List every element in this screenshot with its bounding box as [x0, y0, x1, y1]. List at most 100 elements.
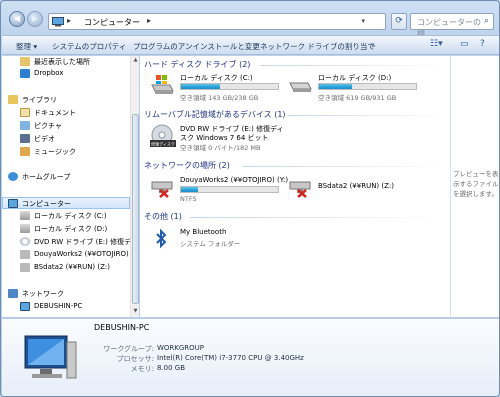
- group-header-removable[interactable]: リムーバブル記憶域があるデバイス (1): [144, 109, 286, 120]
- network-drive-icon: [20, 250, 30, 259]
- nav-item-label: 最近表示した場所: [34, 58, 90, 66]
- local-disk-icon: [20, 211, 30, 220]
- memory-value: 8.00 GB: [157, 364, 186, 372]
- drive-tile-network-z[interactable]: BSdata2 (¥¥RUN) (Z:): [288, 176, 438, 202]
- drive-filesystem: NTFS: [180, 195, 197, 203]
- nav-item-network[interactable]: ネットワーク: [2, 288, 130, 300]
- libraries-icon: [8, 95, 18, 104]
- forward-button[interactable]: ▶: [27, 11, 43, 27]
- bluetooth-tile[interactable]: My Bluetooth システム フォルダー: [150, 228, 290, 254]
- nav-item-label: DouyaWorks2 (¥¥OTOJIRO) (Y:: [34, 250, 131, 258]
- usage-bar: [318, 83, 417, 90]
- drive-name: DouyaWorks2 (¥¥OTOJIRO) (Y:): [180, 176, 289, 184]
- nav-item-label: ピクチャ: [34, 122, 62, 130]
- drive-free-space: 空き領域 0 バイト/182 MB: [180, 144, 261, 152]
- drive-name: ローカル ディスク (C:): [180, 74, 253, 82]
- nav-item-label: ネットワーク: [22, 290, 64, 298]
- nav-item-local-disk-c[interactable]: ローカル ディスク (C:): [2, 210, 130, 222]
- preview-pane: プレビューを表示するファイルを選択します。: [450, 56, 499, 317]
- preview-message: プレビューを表示するファイルを選択します。: [453, 170, 499, 198]
- nav-item-label: ライブラリ: [22, 96, 57, 104]
- usage-bar: [180, 83, 279, 90]
- content-pane: ハード ディスク ドライブ (2) ローカル ディスク (C:) 空き領域 14…: [140, 56, 450, 317]
- address-dropdown-icon[interactable]: ▾: [361, 17, 365, 25]
- nav-item-network-drive-z[interactable]: BSdata2 (¥¥RUN) (Z:): [2, 262, 130, 274]
- pictures-icon: [20, 121, 30, 130]
- usage-bar-fill: [319, 84, 352, 89]
- navigation-pane: 最近表示した場所 Dropbox ライブラリ ドキュメント ピクチャ ビデオ ミ…: [2, 56, 131, 317]
- drive-name: ローカル ディスク (D:): [318, 74, 392, 82]
- drive-free-space: 空き領域 619 GB/931 GB: [318, 94, 397, 102]
- bluetooth-icon: [156, 228, 167, 249]
- group-header-other[interactable]: その他 (1): [144, 211, 182, 222]
- nav-item-debushin-pc[interactable]: DEBUSHIN-PC: [2, 301, 130, 313]
- system-properties-button[interactable]: システムのプロパティ: [52, 41, 126, 52]
- computer-icon: [24, 335, 77, 379]
- disc-label: 修復ディスク: [151, 141, 175, 147]
- scrollbar-thumb[interactable]: [132, 114, 139, 304]
- view-options-icon[interactable]: ☷▾: [430, 39, 443, 49]
- group-divider: [243, 166, 445, 167]
- usage-bar-fill: [181, 84, 220, 89]
- refresh-icon: ⟳: [395, 16, 403, 26]
- nav-item-pictures[interactable]: ピクチャ: [2, 120, 130, 132]
- search-icon: ⌕: [483, 16, 489, 26]
- nav-item-documents[interactable]: ドキュメント: [2, 107, 130, 119]
- item-type: システム フォルダー: [180, 240, 241, 248]
- nav-item-libraries[interactable]: ライブラリ: [2, 94, 130, 106]
- nav-item-label: Dropbox: [34, 69, 64, 77]
- breadcrumb-computer[interactable]: コンピューター: [84, 17, 140, 28]
- dvd-drive-icon: [20, 237, 30, 246]
- more-commands-button[interactable]: »: [371, 41, 376, 50]
- navigation-scrollbar[interactable]: ▲ ▼: [130, 56, 139, 317]
- map-network-drive-button[interactable]: ネットワーク ドライブの割り当て: [260, 41, 375, 52]
- breadcrumb-separator[interactable]: ▸: [147, 16, 151, 25]
- drive-tile-dvd[interactable]: 修復ディスク DVD RW ドライブ (E:) 修復ディ スク Windows …: [150, 124, 310, 158]
- nav-item-music[interactable]: ミュージック: [2, 146, 130, 158]
- nav-item-label: コンピューター: [22, 200, 71, 208]
- nav-item-local-disk-d[interactable]: ローカル ディスク (D:): [2, 223, 130, 235]
- help-icon[interactable]: ?: [480, 39, 485, 49]
- workgroup-value: WORKGROUP: [157, 344, 205, 352]
- nav-item-label: ホームグループ: [22, 173, 71, 181]
- back-button[interactable]: ◀: [9, 11, 25, 27]
- memory-label: メモリ:: [130, 365, 154, 373]
- documents-icon: [20, 108, 30, 117]
- drive-tile-c[interactable]: ローカル ディスク (C:) 空き領域 143 GB/238 GB: [150, 73, 280, 103]
- refresh-button[interactable]: ⟳: [391, 13, 407, 30]
- group-header-hard-disks[interactable]: ハード ディスク ドライブ (2): [144, 59, 250, 70]
- workgroup-label: ワークグループ:: [103, 345, 154, 353]
- preview-pane-icon[interactable]: ▭: [460, 39, 469, 49]
- videos-icon: [20, 134, 30, 143]
- system-disk-icon: [151, 75, 174, 94]
- nav-item-homegroup[interactable]: ホームグループ: [2, 171, 130, 183]
- group-divider: [190, 217, 445, 218]
- drive-tile-network-y[interactable]: DouyaWorks2 (¥¥OTOJIRO) (Y:) NTFS: [150, 176, 290, 206]
- breadcrumb-separator[interactable]: ▸: [67, 16, 71, 25]
- organize-button[interactable]: 整理 ▾: [16, 41, 37, 52]
- pc-icon: [20, 302, 30, 311]
- nav-item-network-drive-y[interactable]: DouyaWorks2 (¥¥OTOJIRO) (Y:: [2, 249, 130, 261]
- navigation-buttons: ◀ ▶: [9, 11, 45, 29]
- nav-item-dropbox[interactable]: Dropbox: [2, 68, 130, 80]
- drive-tile-d[interactable]: ローカル ディスク (D:) 空き領域 619 GB/931 GB: [288, 73, 438, 103]
- nav-item-computer[interactable]: コンピューター: [2, 197, 130, 209]
- nav-item-videos[interactable]: ビデオ: [2, 133, 130, 145]
- address-bar[interactable]: ▸ コンピューター ▸ ▾: [48, 13, 386, 30]
- network-icon: [8, 289, 18, 298]
- nav-item-recent-places[interactable]: 最近表示した場所: [2, 56, 130, 68]
- processor-value: Intel(R) Core(TM) i7-3770 CPU @ 3.40GHz: [157, 354, 304, 362]
- local-disk-icon: [289, 82, 312, 92]
- item-name: My Bluetooth: [180, 228, 227, 236]
- group-header-network-locations[interactable]: ネットワークの場所 (2): [144, 160, 230, 171]
- uninstall-program-button[interactable]: プログラムのアンインストールと変更: [133, 41, 260, 52]
- drive-free-space: 空き領域 143 GB/238 GB: [180, 94, 259, 102]
- scroll-down-icon[interactable]: ▼: [132, 308, 139, 314]
- nav-item-dvd-drive[interactable]: DVD RW ドライブ (E:) 修復ディ: [2, 236, 130, 248]
- search-box[interactable]: コンピューターの検... ⌕: [410, 13, 494, 38]
- network-drive-icon: [20, 263, 30, 272]
- nav-item-label: ドキュメント: [34, 109, 76, 117]
- nav-item-label: DEBUSHIN-PC: [34, 302, 83, 310]
- scroll-up-icon[interactable]: ▲: [132, 57, 139, 63]
- homegroup-icon: [8, 172, 18, 181]
